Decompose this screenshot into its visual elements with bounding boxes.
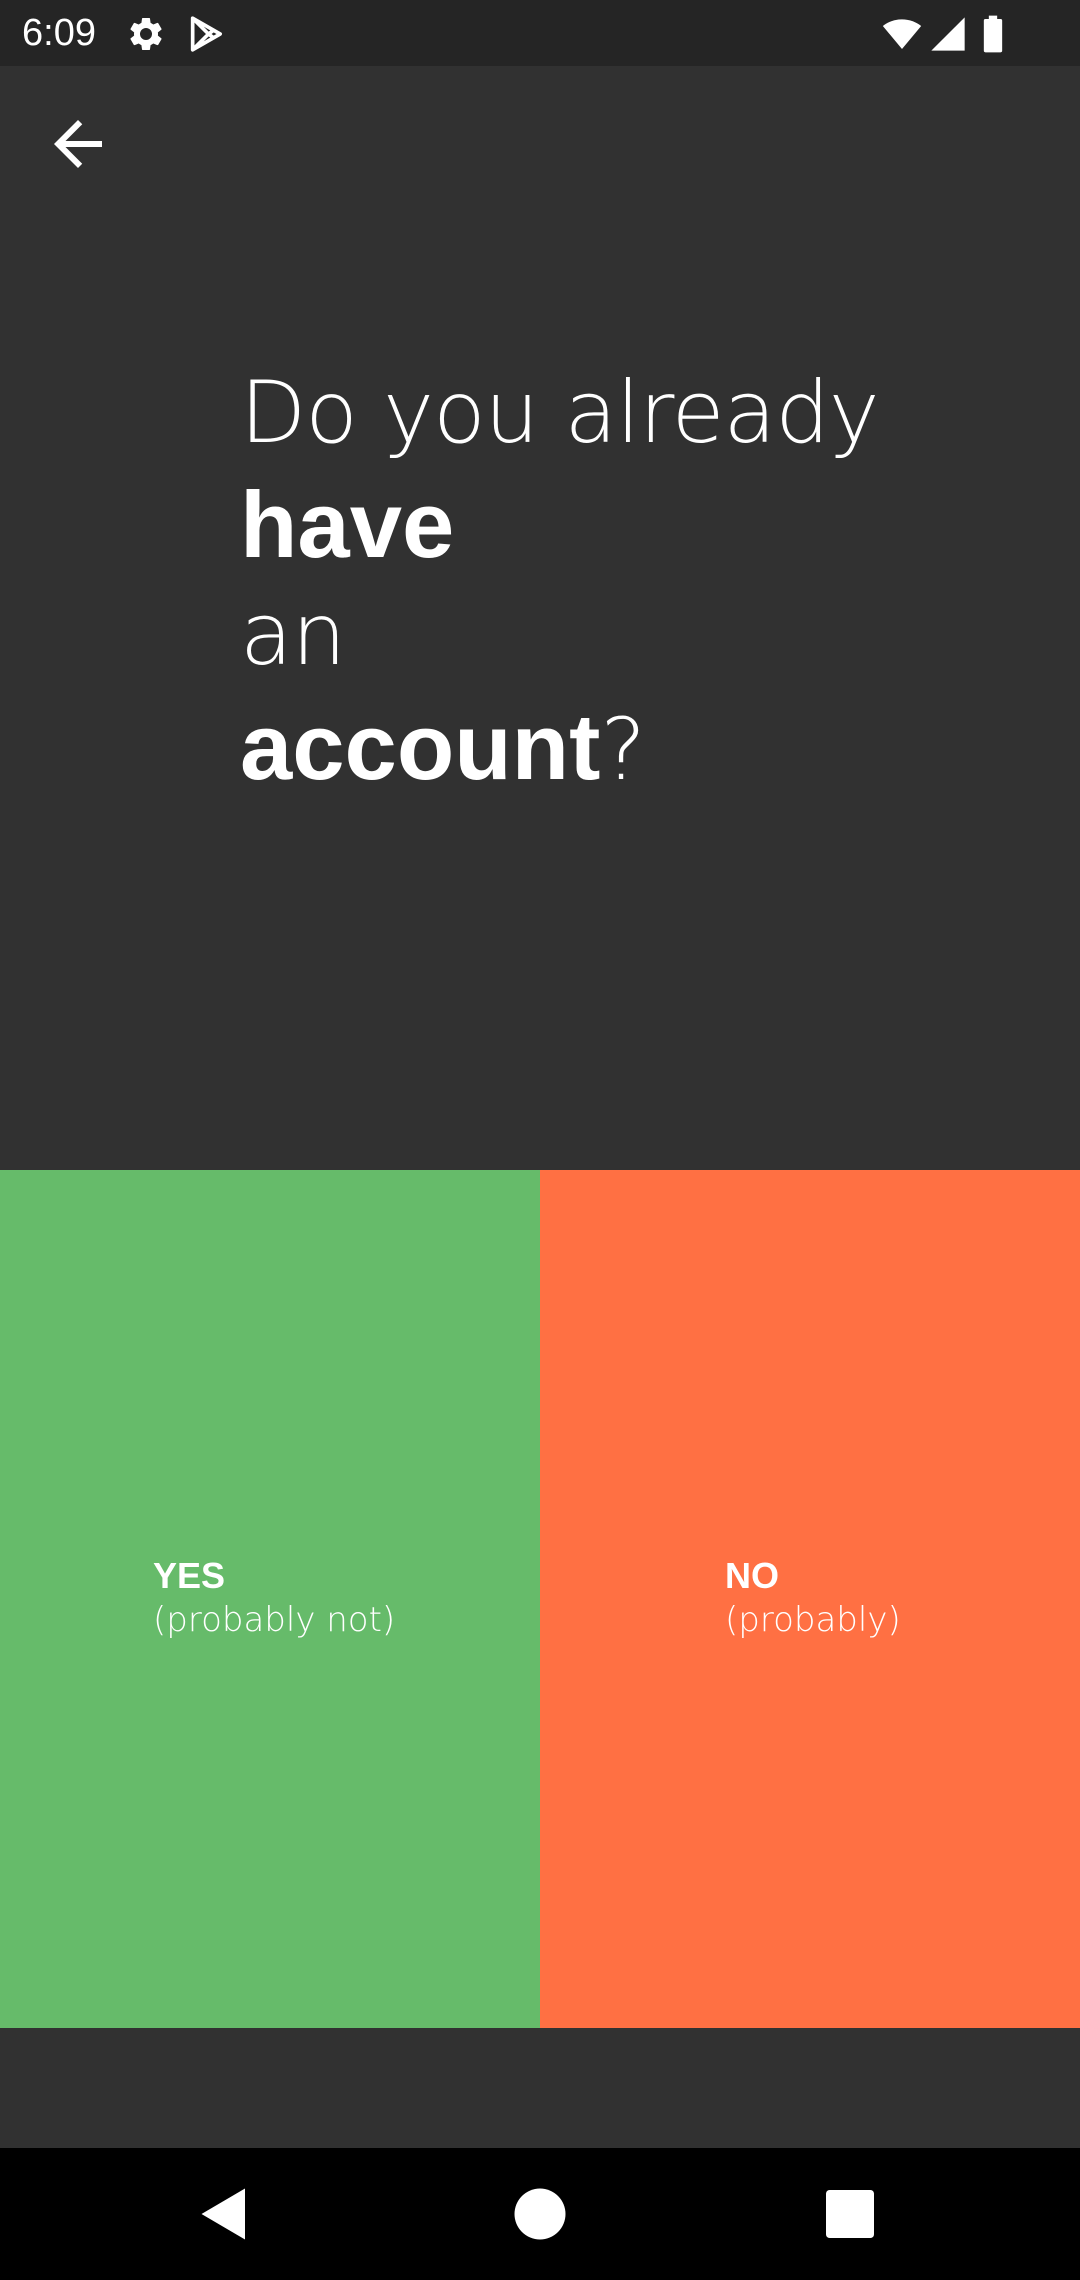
- recents-square-icon: [826, 2190, 874, 2238]
- screen: 6:09 Do you already have an account? YES…: [0, 0, 1080, 2280]
- question-keyword: account: [240, 694, 601, 799]
- no-title: NO: [725, 1555, 779, 1596]
- yes-button[interactable]: YES (probably not): [0, 1170, 540, 2028]
- battery-icon: [978, 14, 1008, 54]
- question-line-3: an: [240, 585, 346, 685]
- no-subtitle: (probably): [725, 1600, 901, 1640]
- settings-gear-icon: [126, 14, 166, 54]
- status-bar: 6:09: [0, 0, 1080, 66]
- status-time: 6:09: [22, 12, 96, 54]
- home-circle-icon: [514, 2188, 566, 2240]
- nav-home-button[interactable]: [504, 2178, 576, 2250]
- nav-back-button[interactable]: [188, 2178, 260, 2250]
- question-line-1: Do you already: [240, 363, 880, 463]
- back-button[interactable]: [42, 108, 114, 180]
- no-button-text: NO (probably): [725, 1554, 901, 1642]
- question-line-2: have: [240, 472, 455, 577]
- back-triangle-icon: [201, 2188, 245, 2240]
- question-mark: ?: [600, 700, 646, 800]
- play-store-icon: [186, 14, 226, 54]
- wifi-icon: [880, 14, 924, 54]
- cell-signal-icon: [928, 14, 968, 54]
- no-button[interactable]: NO (probably): [540, 1170, 1080, 2028]
- answer-panels: YES (probably not) NO (probably): [0, 1170, 1080, 2028]
- yes-subtitle: (probably not): [153, 1600, 396, 1640]
- nav-recents-button[interactable]: [814, 2178, 886, 2250]
- question-line-4: account?: [240, 691, 1000, 806]
- yes-title: YES: [153, 1555, 226, 1596]
- yes-button-text: YES (probably not): [153, 1554, 395, 1642]
- system-nav-bar: [0, 2148, 1080, 2280]
- arrow-back-icon: [54, 120, 102, 168]
- question-heading: Do you already have an account?: [240, 358, 1000, 806]
